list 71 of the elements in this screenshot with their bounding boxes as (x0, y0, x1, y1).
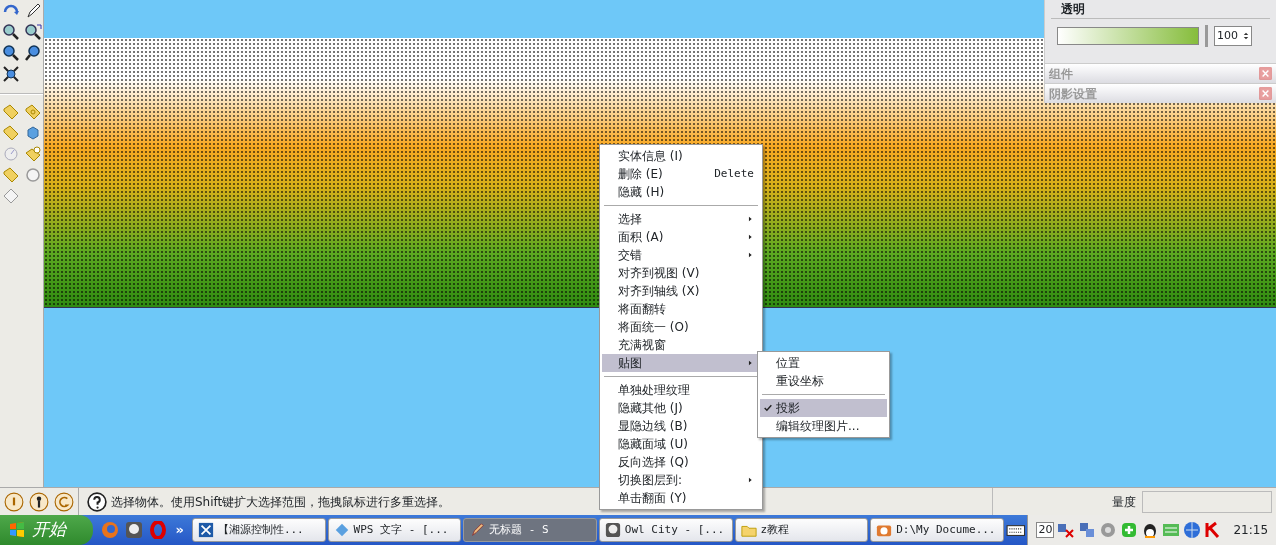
taskbar-button[interactable]: WPS 文字 - [... (327, 518, 462, 542)
menu-item[interactable]: 反向选择 (Q) (602, 453, 760, 471)
panel-header-title: 阴影设置 (1049, 85, 1097, 103)
taskbar-button[interactable]: 【湘源控制性... (191, 518, 326, 542)
submenu-arrow-icon (747, 476, 754, 484)
magnifier-icon[interactable] (24, 44, 42, 62)
menu-item[interactable]: 位置 (760, 354, 887, 372)
menu-item[interactable]: 选择 (602, 210, 760, 228)
circle-icon[interactable] (24, 166, 42, 184)
status-text: 选择物体。使用Shift键扩大选择范围，拖拽鼠标进行多重选择。 (111, 493, 451, 511)
tag-icon[interactable] (2, 124, 20, 142)
measurements-label: 量度 (1112, 493, 1136, 511)
menu-item[interactable]: 隐藏面域 (U) (602, 435, 760, 453)
tag-icon[interactable] (24, 103, 42, 121)
more-button[interactable]: » (169, 520, 190, 540)
help-icon[interactable] (87, 491, 107, 512)
menu-item[interactable]: 贴图 (602, 354, 760, 372)
network-icon[interactable] (1078, 521, 1097, 539)
submenu-arrow-icon (747, 251, 754, 259)
magnifier-icon[interactable] (2, 44, 20, 62)
window-icon (197, 522, 214, 538)
tag-icon[interactable] (2, 103, 20, 121)
menu-item[interactable]: 编辑纹理图片... (760, 417, 887, 435)
submenu-arrow-icon (747, 233, 754, 241)
menu-item[interactable]: 对齐到轴线 (X) (602, 282, 760, 300)
menu-item[interactable]: 重设坐标 (760, 372, 887, 390)
network-icon[interactable] (1057, 521, 1076, 539)
menu-item[interactable]: 实体信息 (I) (602, 147, 760, 165)
panel-title: 透明 (1051, 0, 1270, 19)
menu-item[interactable]: 对齐到视图 (V) (602, 264, 760, 282)
taskbar-button[interactable]: D:\My Docume... (870, 518, 1004, 542)
taskbar-button[interactable]: 无标题 - S (463, 518, 597, 542)
check-icon (763, 402, 773, 413)
menu-item[interactable]: 投影 (760, 399, 887, 417)
pencil-icon[interactable] (24, 2, 42, 20)
g-letter-icon[interactable] (54, 491, 74, 512)
menu-item[interactable]: 将面翻转 (602, 300, 760, 318)
slider-thumb[interactable] (1205, 25, 1208, 47)
start-button[interactable]: 开始 (0, 515, 94, 545)
close-icon[interactable] (1259, 87, 1272, 100)
menu-item[interactable]: 面积 (A) (602, 228, 760, 246)
menu-item[interactable]: 隐藏其他 (J) (602, 399, 760, 417)
diamond-icon (333, 522, 350, 538)
calendar-date[interactable]: 20 (1036, 522, 1055, 538)
menu-item[interactable]: 切换图层到: (602, 471, 760, 489)
tag-icon[interactable] (2, 166, 20, 184)
panel-header-title: 组件 (1049, 65, 1073, 83)
number-field[interactable]: 100 (1214, 26, 1252, 46)
zoom-extents-icon[interactable] (2, 65, 20, 83)
taskbar-button[interactable]: z教程 (734, 518, 869, 542)
measurements-field[interactable] (1142, 490, 1272, 513)
taskbar-button[interactable]: Owl City - [... (598, 518, 733, 542)
cube-icon[interactable] (24, 124, 42, 142)
magnifier-icon[interactable] (24, 23, 42, 41)
menu-item[interactable]: 充满视窗 (602, 336, 760, 354)
menu-item[interactable]: 显隐边线 (B) (602, 417, 760, 435)
close-icon[interactable] (1259, 67, 1272, 80)
submenu-arrow-icon (747, 215, 754, 223)
pencil-icon (469, 522, 486, 538)
diamond-icon[interactable] (2, 187, 20, 205)
magnifier-icon[interactable] (2, 23, 20, 41)
clock: 21:15 (1233, 522, 1269, 539)
menu-item[interactable]: 交错 (602, 246, 760, 264)
windows-logo-icon (8, 521, 26, 539)
menu-item[interactable]: 单独处理纹理 (602, 381, 760, 399)
menu-item[interactable]: 隐藏 (H) (602, 183, 760, 201)
menu-item[interactable]: 单击翻面 (Y) (602, 489, 760, 507)
tag-icon[interactable] (24, 145, 42, 163)
submenu-arrow-icon (747, 359, 754, 367)
menu-item[interactable]: 将面统一 (O) (602, 318, 760, 336)
menu-item[interactable]: 删除 (E) Delete (602, 165, 760, 183)
